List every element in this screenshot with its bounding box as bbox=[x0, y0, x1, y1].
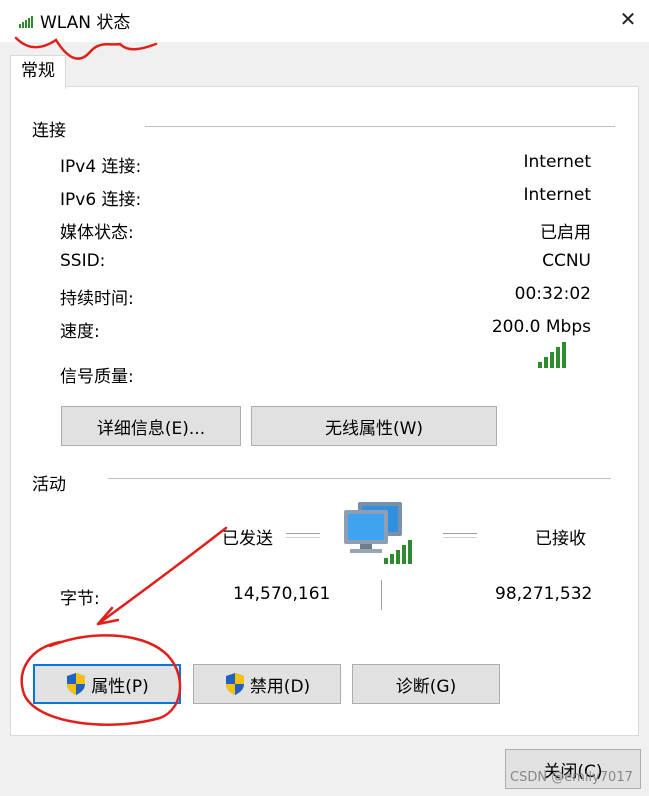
close-icon[interactable]: ✕ bbox=[612, 4, 644, 34]
wifi-signal-icon bbox=[19, 16, 33, 28]
received-line bbox=[443, 533, 477, 538]
signal-bar bbox=[538, 362, 542, 368]
bytes-received-value: 98,271,532 bbox=[495, 584, 593, 604]
properties-button[interactable]: 属性(P) bbox=[33, 664, 181, 704]
ipv6-value: Internet bbox=[523, 185, 591, 205]
signal-bar bbox=[550, 352, 554, 368]
speed-label: 速度: bbox=[60, 322, 100, 342]
duration-label: 持续时间: bbox=[60, 289, 134, 309]
wireless-properties-button[interactable]: 无线属性(W) bbox=[251, 406, 497, 446]
details-button[interactable]: 详细信息(E)... bbox=[61, 406, 241, 446]
signal-bar bbox=[544, 357, 548, 368]
signal-strength-icon bbox=[538, 342, 566, 368]
duration-value: 00:32:02 bbox=[514, 284, 591, 304]
bytes-label: 字节: bbox=[60, 589, 100, 609]
signal-bar bbox=[562, 342, 566, 368]
activity-section-title: 活动 bbox=[32, 475, 66, 495]
network-computers-icon bbox=[344, 502, 412, 564]
title-bar: WLAN 状态 ✕ bbox=[0, 0, 649, 42]
ssid-value: CCNU bbox=[542, 251, 591, 271]
window-title: WLAN 状态 bbox=[40, 13, 131, 33]
ipv4-value: Internet bbox=[523, 152, 591, 172]
disable-button[interactable]: 禁用(D) bbox=[193, 664, 341, 704]
speed-value: 200.0 Mbps bbox=[491, 317, 591, 337]
bytes-separator bbox=[381, 580, 385, 610]
ssid-label: SSID: bbox=[60, 251, 106, 271]
ipv4-label: IPv4 连接: bbox=[60, 157, 142, 177]
sent-label: 已发送 bbox=[222, 529, 273, 549]
diagnose-button[interactable]: 诊断(G) bbox=[352, 664, 500, 704]
ipv6-label: IPv6 连接: bbox=[60, 190, 142, 210]
uac-shield-icon bbox=[67, 673, 86, 695]
properties-button-label: 属性(P) bbox=[91, 676, 149, 697]
media-state-label: 媒体状态: bbox=[60, 223, 134, 243]
sent-line bbox=[286, 533, 320, 538]
media-state-value: 已启用 bbox=[540, 223, 591, 243]
activity-divider bbox=[108, 478, 611, 479]
disable-button-label: 禁用(D) bbox=[249, 676, 311, 697]
connection-divider bbox=[145, 126, 615, 127]
uac-shield-icon bbox=[225, 673, 244, 695]
signal-bar bbox=[556, 347, 560, 368]
received-label: 已接收 bbox=[535, 529, 586, 549]
connection-section-title: 连接 bbox=[32, 121, 66, 141]
bytes-sent-value: 14,570,161 bbox=[233, 584, 331, 604]
tab-general[interactable]: 常规 bbox=[10, 55, 66, 89]
watermark: CSDN @emily7017 bbox=[510, 770, 633, 785]
signal-quality-label: 信号质量: bbox=[60, 367, 134, 387]
